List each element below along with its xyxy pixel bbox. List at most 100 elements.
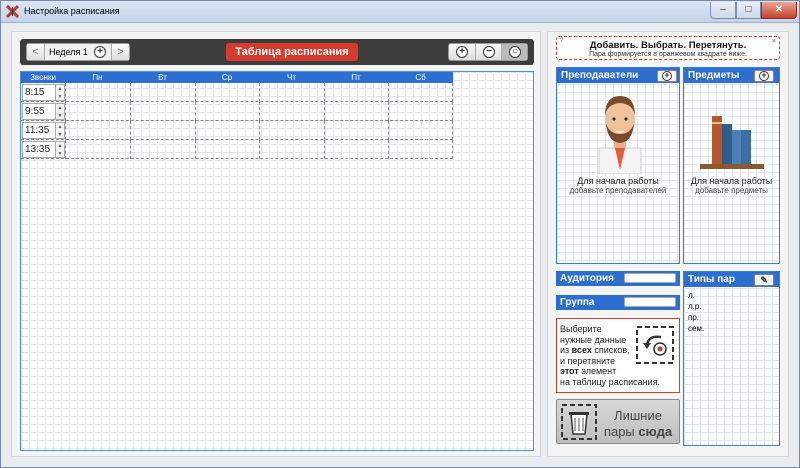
schedule-cell[interactable]: [388, 140, 453, 159]
schedule-cell[interactable]: [195, 121, 259, 140]
schedule-panel: < Неделя 1 + > Таблица расписания + − ○ …: [11, 31, 541, 457]
spin-up-icon[interactable]: ▲: [56, 85, 64, 93]
spin-up-icon[interactable]: ▲: [56, 123, 64, 131]
time-spinner[interactable]: ▲ ▼: [55, 103, 65, 120]
instruction-line: этот элемент: [560, 366, 636, 377]
teachers-empty-title: Для начала работы: [577, 176, 659, 186]
teachers-list[interactable]: Преподаватели + Для начала работы добавь…: [556, 67, 680, 264]
pair-type-item[interactable]: л.: [688, 291, 695, 300]
time-spinner[interactable]: ▲ ▼: [55, 141, 65, 158]
schedule-cell[interactable]: [130, 83, 195, 102]
add-week-icon[interactable]: +: [94, 46, 106, 58]
time-input[interactable]: 9:55: [22, 103, 56, 120]
trash-label-emphasis: сюда: [638, 424, 673, 439]
books-icon: [700, 116, 764, 169]
minimize-button[interactable]: –: [710, 2, 736, 19]
schedule-cell[interactable]: [259, 140, 324, 159]
time-spinner[interactable]: ▲ ▼: [55, 122, 65, 139]
time-spinner[interactable]: ▲ ▼: [55, 84, 65, 101]
trash-label-2: пары сюда: [597, 424, 679, 439]
instruction-fragment: элемент: [578, 366, 617, 376]
schedule-cell[interactable]: [324, 83, 388, 102]
hint-title: Добавить. Выбрать. Перетянуть.: [589, 40, 747, 51]
add-icon: +: [662, 71, 672, 81]
spin-down-icon[interactable]: ▼: [56, 150, 64, 158]
schedule-cell[interactable]: [388, 121, 453, 140]
schedule-cell[interactable]: [65, 121, 130, 140]
schedule-cell[interactable]: [388, 102, 453, 121]
title-bar: Настройка расписания – □ ✕: [1, 1, 799, 23]
schedule-cell[interactable]: [130, 102, 195, 121]
subjects-list[interactable]: Предметы + Для начала работы добавьте пр…: [683, 67, 780, 264]
schedule-cell[interactable]: [65, 83, 130, 102]
teachers-empty-sub: добавьте преподавателей: [569, 186, 667, 195]
schedule-cell[interactable]: [259, 102, 324, 121]
table-header: Звонки Пн Вт Ср Чт Пт Сб: [21, 72, 453, 83]
add-teacher-button[interactable]: +: [657, 70, 677, 82]
schedule-cell[interactable]: [195, 83, 259, 102]
app-window: Настройка расписания – □ ✕ < Неделя 1 + …: [0, 0, 800, 468]
app-icon: [6, 5, 19, 18]
schedule-cell[interactable]: [65, 140, 130, 159]
spin-down-icon[interactable]: ▼: [56, 112, 64, 120]
pair-builder-box[interactable]: Выберите нужные данные из всех списков, …: [556, 318, 680, 393]
instruction-line: Выберите: [560, 324, 602, 334]
schedule-cell[interactable]: [324, 102, 388, 121]
spin-down-icon[interactable]: ▼: [56, 93, 64, 101]
maximize-button[interactable]: □: [736, 2, 761, 19]
instruction-line: из всех списков,: [560, 345, 636, 356]
schedule-cell[interactable]: [324, 140, 388, 159]
controls-panel: ? × Добавить. Выбрать. Перетянуть. Пара …: [547, 31, 789, 457]
instruction-line: на таблицу расписания.: [560, 376, 660, 387]
week-label: Неделя 1: [49, 47, 88, 57]
zoom-out-icon: −: [483, 46, 495, 58]
instruction-emphasis: этот: [560, 366, 579, 376]
instruction-emphasis: всех: [571, 345, 592, 355]
zoom-reset-button[interactable]: ○: [501, 44, 527, 60]
next-week-button[interactable]: >: [111, 44, 129, 60]
group-input[interactable]: [624, 297, 676, 307]
spin-up-icon[interactable]: ▲: [56, 104, 64, 112]
group-selector[interactable]: Группа: [556, 295, 680, 310]
pair-type-item[interactable]: пр.: [688, 313, 699, 322]
trash-label-fragment: пары: [603, 424, 639, 439]
instruction-line: и перетяните: [560, 355, 616, 366]
time-input[interactable]: 11:35: [22, 122, 56, 139]
add-subject-button[interactable]: +: [754, 70, 774, 82]
drag-icon[interactable]: [635, 325, 675, 365]
spin-up-icon[interactable]: ▲: [56, 142, 64, 150]
schedule-cell[interactable]: [195, 102, 259, 121]
schedule-cell[interactable]: [324, 121, 388, 140]
schedule-cell[interactable]: [130, 121, 195, 140]
header-mon: Пн: [92, 73, 103, 82]
schedule-cell[interactable]: [65, 102, 130, 121]
schedule-grid[interactable]: Звонки Пн Вт Ср Чт Пт Сб 8:15 ▲ ▼ 9:55 ▲…: [20, 71, 534, 451]
subjects-empty-sub: добавьте предметы: [695, 186, 768, 195]
zoom-in-button[interactable]: +: [449, 44, 475, 60]
schedule-cell[interactable]: [259, 121, 324, 140]
pair-type-item[interactable]: сем.: [688, 324, 704, 333]
header-bells: Звонки: [30, 73, 56, 82]
auditorium-input[interactable]: [624, 273, 676, 283]
pair-type-item[interactable]: л.р.: [688, 302, 702, 311]
schedule-cell[interactable]: [195, 140, 259, 159]
edit-pair-types-button[interactable]: ✎: [754, 274, 774, 286]
subjects-empty-title: Для начала работы: [690, 176, 773, 186]
zoom-out-button[interactable]: −: [475, 44, 501, 60]
auditorium-selector[interactable]: Аудитория: [556, 271, 680, 286]
time-input[interactable]: 13:35: [22, 141, 56, 158]
trash-dropzone[interactable]: Лишние пары сюда: [556, 399, 680, 444]
zoom-in-icon: +: [456, 46, 468, 58]
schedule-cell[interactable]: [259, 83, 324, 102]
time-input[interactable]: 8:15: [22, 84, 56, 101]
prev-week-button[interactable]: <: [27, 44, 45, 60]
header-tue: Вт: [158, 73, 167, 82]
pair-types-list[interactable]: Типы пар ✎ л. л.р. пр. сем.: [683, 271, 780, 446]
spin-down-icon[interactable]: ▼: [56, 131, 64, 139]
pair-types-header: Типы пар ✎: [684, 272, 779, 287]
schedule-cell[interactable]: [388, 83, 453, 102]
schedule-cell[interactable]: [130, 140, 195, 159]
auditorium-label: Аудитория: [560, 273, 614, 284]
subjects-header: Предметы +: [684, 68, 779, 83]
close-button[interactable]: ✕: [761, 2, 797, 19]
